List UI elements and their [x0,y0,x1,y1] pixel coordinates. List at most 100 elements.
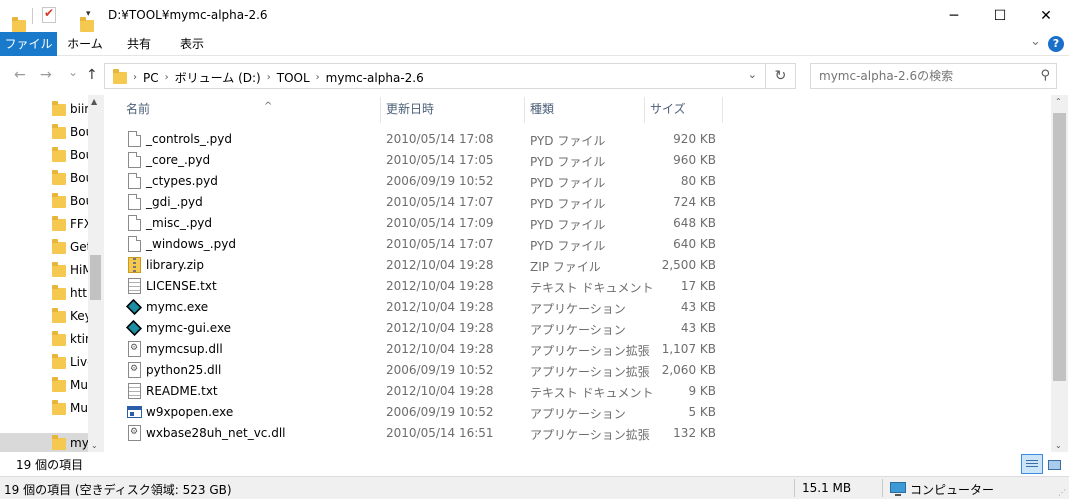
column-divider[interactable] [524,97,525,123]
file-list-scroll-thumb[interactable] [1053,113,1066,381]
column-header-name[interactable]: 名前 ^ [126,95,272,123]
column-name-label: 名前 [126,102,151,116]
column-header-size[interactable]: サイズ [650,95,686,123]
nav-folder-item[interactable]: Bou [0,191,93,212]
crumb-volume-d[interactable]: ボリューム (D:) [175,69,261,86]
search-icon[interactable]: ⚲ [1040,68,1050,83]
file-size: 1,107 KB [661,342,716,356]
search-input[interactable] [819,69,1019,83]
dll-file-icon [128,362,141,378]
file-row[interactable]: library.zip 2012/10/04 19:28 ZIP ファイル 2,500… [106,255,1051,276]
up-button[interactable]: ↑ [86,67,98,83]
nav-folder-item[interactable]: Live [0,352,95,373]
scroll-down-icon[interactable]: ⌄ [91,441,98,450]
quick-access-dropdown-icon[interactable]: ▾ [86,9,91,19]
details-view-icon [1026,460,1038,469]
file-type: PYD ファイル [530,197,606,211]
nav-folder-item[interactable]: Get [0,237,91,258]
file-date: 2006/09/19 10:52 [386,174,494,188]
nav-folder-item[interactable]: http [0,283,95,304]
crumb-mymc[interactable]: mymc-alpha-2.6 [326,71,424,85]
tab-file[interactable]: ファイル [0,32,57,56]
file-row[interactable]: mymc-gui.exe 2012/10/04 19:28 アプリケーション 43 K… [106,318,1051,339]
nav-folder-item[interactable]: Bou [0,168,93,189]
nav-folder-item[interactable]: Bou [0,145,93,166]
file-type: アプリケーション [530,407,626,421]
minimize-button[interactable]: ─ [931,0,977,32]
nav-folder-item[interactable]: Bou [0,122,93,143]
file-date: 2006/09/19 10:52 [386,405,494,419]
address-bar[interactable]: › PC › ボリューム (D:) › TOOL › mymc-alpha-2.… [104,63,766,89]
nav-folder-item[interactable]: ktin [0,329,93,350]
maximize-button[interactable]: ☐ [977,0,1023,32]
file-row[interactable]: mymcsup.dll2012/10/04 19:28アプリケーション拡張1,1… [106,339,1051,360]
breadcrumb: › PC › ボリューム (D:) › TOOL › mymc-alpha-2.… [133,69,424,86]
scroll-up-icon[interactable]: ▲ [91,97,97,106]
file-date: 2010/05/14 17:07 [386,195,494,209]
help-icon[interactable]: ? [1048,36,1064,52]
large-icons-view-button[interactable] [1043,454,1065,474]
refresh-button[interactable]: ↻ [766,63,796,89]
nav-folder-item[interactable]: FFX [0,214,92,235]
column-divider[interactable] [644,97,645,123]
dll-file-icon [128,341,141,357]
file-row[interactable]: w9xpopen.exe 2006/09/19 10:52 アプリケーション 5 KB [106,402,1051,423]
nav-folder-item[interactable]: Mu [0,375,88,396]
address-dropdown-icon[interactable]: ⌄ [748,68,757,81]
details-status-bar: 19 個の項目 (空きディスク領域: 523 GB) 15.1 MB コンピュー… [0,476,1069,499]
crumb-pc[interactable]: PC [143,71,159,85]
nav-folder-item[interactable]: HiM [0,260,93,281]
tab-view[interactable]: 表示 [165,32,219,56]
new-folder-icon[interactable] [80,17,94,32]
file-row[interactable]: LICENSE.txt 2012/10/04 19:28 テキスト ドキュメント 17… [106,276,1051,297]
file-row[interactable]: _misc_.pyd 2010/05/14 17:09 PYD ファイル 648 KB [106,213,1051,234]
file-row[interactable]: python25.dll2006/09/19 10:52アプリケーション拡張2,… [106,360,1051,381]
folder-icon [52,262,66,277]
nav-folder-item[interactable]: Key [0,306,92,327]
resize-grip-icon[interactable]: ⋰ [1058,488,1066,497]
file-list-scrollbar[interactable]: ⌃ ⌄ [1051,95,1068,452]
search-box[interactable]: ⚲ [810,63,1057,89]
folder-icon [52,285,66,300]
file-type: PYD ファイル [530,176,606,190]
nav-folder-item-selected[interactable]: my [0,433,89,452]
crumb-tool[interactable]: TOOL [277,71,310,85]
file-date: 2012/10/04 19:28 [386,300,494,314]
close-button[interactable]: ✕ [1023,0,1069,32]
navpane-scroll-thumb[interactable] [90,255,101,300]
file-row[interactable]: mymc.exe 2012/10/04 19:28 アプリケーション 43 KB [106,297,1051,318]
nav-folder-item[interactable]: Mu [0,398,88,419]
properties-icon[interactable] [42,6,56,23]
file-row[interactable]: _ctypes.pyd 2006/09/19 10:52 PYD ファイル 80 KB [106,171,1051,192]
pane-splitter[interactable] [103,95,104,452]
scroll-up-icon[interactable]: ⌃ [1055,97,1062,106]
column-header-date[interactable]: 更新日時 [386,95,434,123]
scroll-down-icon[interactable]: ⌄ [1055,441,1062,450]
status-bar: 19 個の項目 [0,452,1069,476]
column-divider[interactable] [380,97,381,123]
file-row[interactable]: _gdi_.pyd 2010/05/14 17:07 PYD ファイル 724 KB [106,192,1051,213]
navpane-scrollbar[interactable]: ▲ ⌄ [88,95,103,452]
tab-home[interactable]: ホーム [57,32,113,56]
tab-share[interactable]: 共有 [113,32,165,56]
disk-space-info: 19 個の項目 (空きディスク領域: 523 GB) [4,483,232,497]
file-row[interactable]: _windows_.pyd 2010/05/14 17:07 PYD ファイル 640… [106,234,1051,255]
back-button[interactable]: ← [14,67,26,83]
file-row[interactable]: _core_.pyd 2010/05/14 17:05 PYD ファイル 960 KB [106,150,1051,171]
file-name: _gdi_.pyd [146,195,203,209]
file-type: アプリケーション [530,302,626,316]
exe-file-icon [126,299,142,315]
details-view-button[interactable] [1021,454,1043,474]
folder-icon [52,400,66,415]
forward-button[interactable]: → [40,67,52,83]
ribbon-expand-icon[interactable]: ⌄ [1030,34,1041,49]
file-row[interactable]: wxbase28uh_net_vc.dll2010/05/14 16:51アプリ… [106,423,1051,444]
file-date: 2010/05/14 16:51 [386,426,494,440]
column-divider[interactable] [722,97,723,123]
nav-folder-item[interactable]: biin [0,99,92,120]
recent-locations-icon[interactable]: ⌄ [68,65,78,79]
file-name: w9xpopen.exe [146,405,234,419]
file-row[interactable]: _controls_.pyd 2010/05/14 17:08 PYD ファイル 92… [106,129,1051,150]
column-header-type[interactable]: 種類 [530,95,554,123]
file-row[interactable]: README.txt 2012/10/04 19:28 テキスト ドキュメント 9 K… [106,381,1051,402]
